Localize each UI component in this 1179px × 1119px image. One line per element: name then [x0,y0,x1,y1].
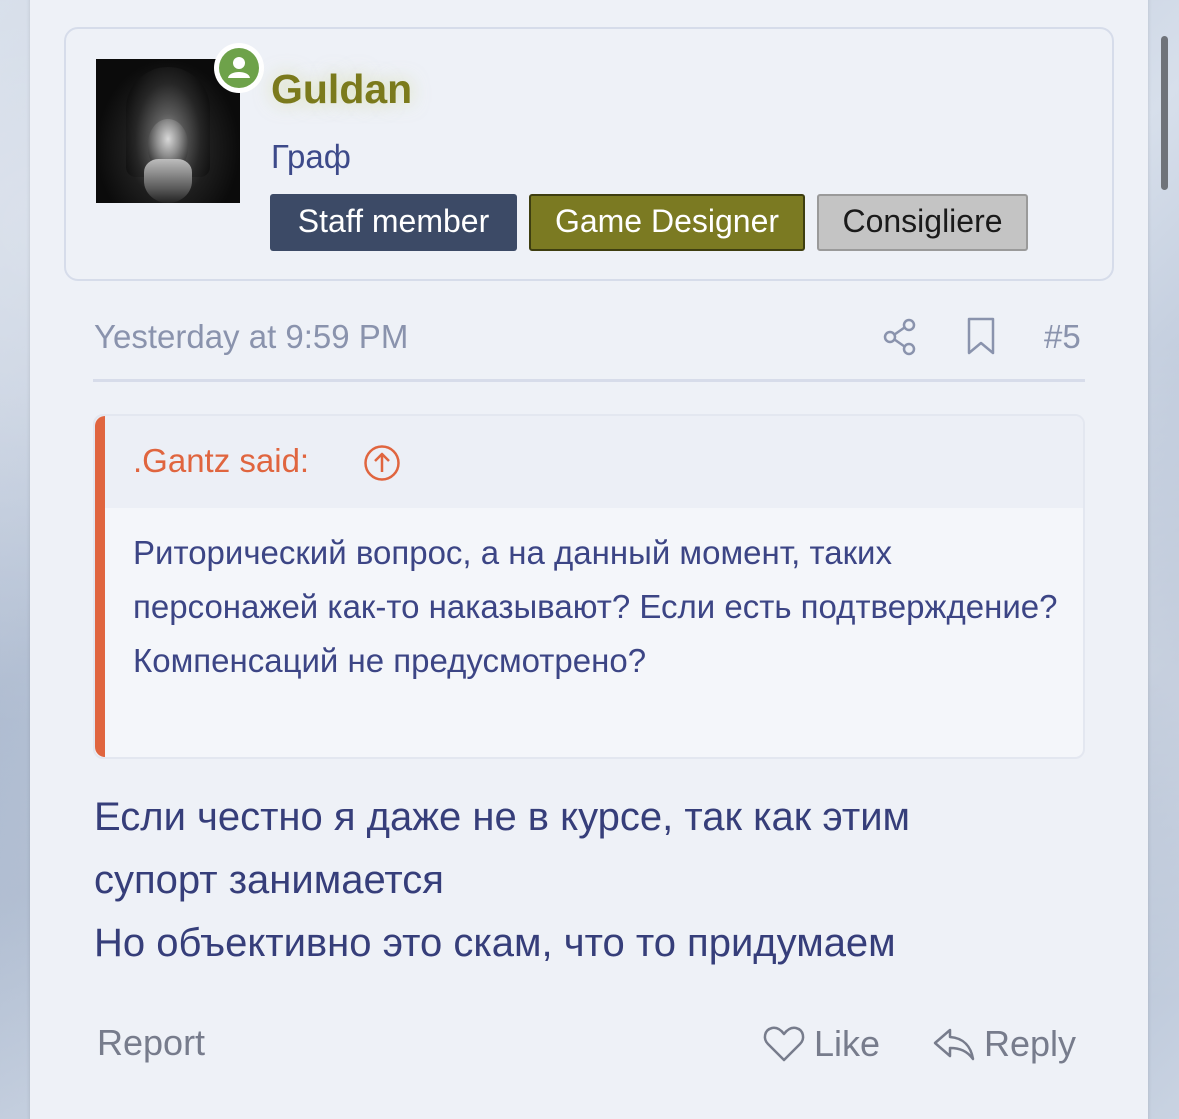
reply-button[interactable]: Reply [932,1018,1076,1070]
heart-icon [763,1026,805,1062]
report-link[interactable]: Report [97,1022,205,1064]
share-icon[interactable] [882,318,918,356]
quote-accent-bar [95,416,105,757]
arrow-up-circle-icon[interactable] [363,444,401,482]
scrollbar[interactable] [1161,36,1168,190]
bookmark-icon[interactable] [964,316,998,356]
like-button[interactable]: Like [762,1018,880,1070]
like-label: Like [814,1023,881,1064]
post-date[interactable]: Yesterday at 9:59 PM [94,318,408,356]
username[interactable]: Guldan [271,66,412,113]
post-body-line: Если честно я даже не в курсе, так как э… [94,795,911,839]
user-title: Граф [271,138,351,175]
quote-author[interactable]: .Gantz said: [133,442,309,480]
user-online-icon [228,57,250,78]
post-body: Если честно я даже не в курсе, так как э… [94,786,1094,975]
banner-consigliere: Consigliere [817,194,1028,251]
post-number-link[interactable]: #5 [1044,318,1081,356]
post-header-divider [93,379,1085,382]
online-badge [214,43,264,93]
post-body-line: супорт занимается [94,858,444,902]
reply-label: Reply [984,1023,1077,1064]
quote-block: .Gantz said: Риторический вопрос, а на д… [93,414,1085,759]
banner-game-designer: Game Designer [529,194,805,251]
quote-text: Риторический вопрос, а на данный момент,… [133,534,1058,679]
avatar-beard-shape [144,159,192,203]
reply-icon [933,1028,975,1061]
banner-staff-member: Staff member [270,194,517,251]
post-body-line: Но объективно это скам, что то придумаем [94,921,896,965]
